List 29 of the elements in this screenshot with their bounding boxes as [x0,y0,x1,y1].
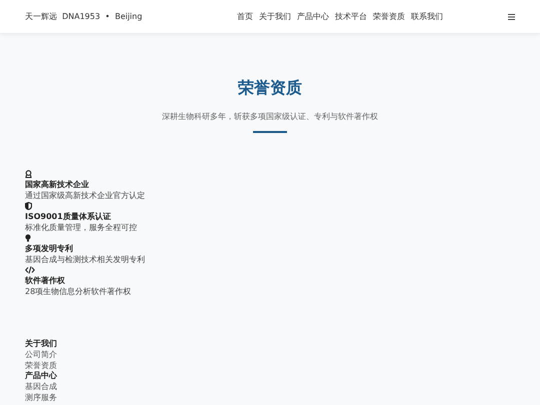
medal-icon [25,170,32,178]
section-title: 荣誉资质 [238,78,302,99]
nav-link[interactable]: 荣誉资质 [373,11,405,22]
honor-description: 基因合成与检测技术相关发明专利 [25,254,146,265]
honor-description: 28项生物信息分析软件著作权 [25,286,132,297]
menu-icon[interactable] [508,14,515,20]
shield-icon [25,202,32,210]
nav-link[interactable]: 首页 [237,11,253,22]
lightbulb-icon [25,234,31,242]
footer-heading: 关于我们 [25,339,58,350]
brand-text: 天一辉远 DNA1953 • Beijing [25,11,144,22]
title-underline [253,131,287,133]
footer-link[interactable]: 基因合成 [25,382,515,393]
honor-title: ISO9001质量体系认证 [25,211,112,222]
footer-link[interactable]: 荣誉资质 [25,360,515,372]
footer-link[interactable]: 测序服务 [25,392,515,404]
honor-description: 标准化质量管理，服务全程可控 [25,222,138,233]
honor-title: 国家高新技术企业 [25,179,90,190]
code-icon [25,266,35,274]
honor-title: 软件著作权 [25,275,66,286]
honor-title: 多项发明专利 [25,243,74,254]
nav-link[interactable]: 关于我们 [259,11,291,22]
section-subtitle: 深耕生物科研多年，斩获多项国家级认证、专利与软件著作权 [162,111,378,122]
footer-link[interactable]: 公司简介 [25,350,515,361]
honor-description: 通过国家级高新技术企业官方认定 [25,190,146,201]
nav-link[interactable]: 技术平台 [335,11,367,22]
nav-link[interactable]: 产品中心 [297,11,329,22]
footer-heading: 产品中心 [25,371,58,382]
nav-link[interactable]: 联系我们 [411,11,443,22]
